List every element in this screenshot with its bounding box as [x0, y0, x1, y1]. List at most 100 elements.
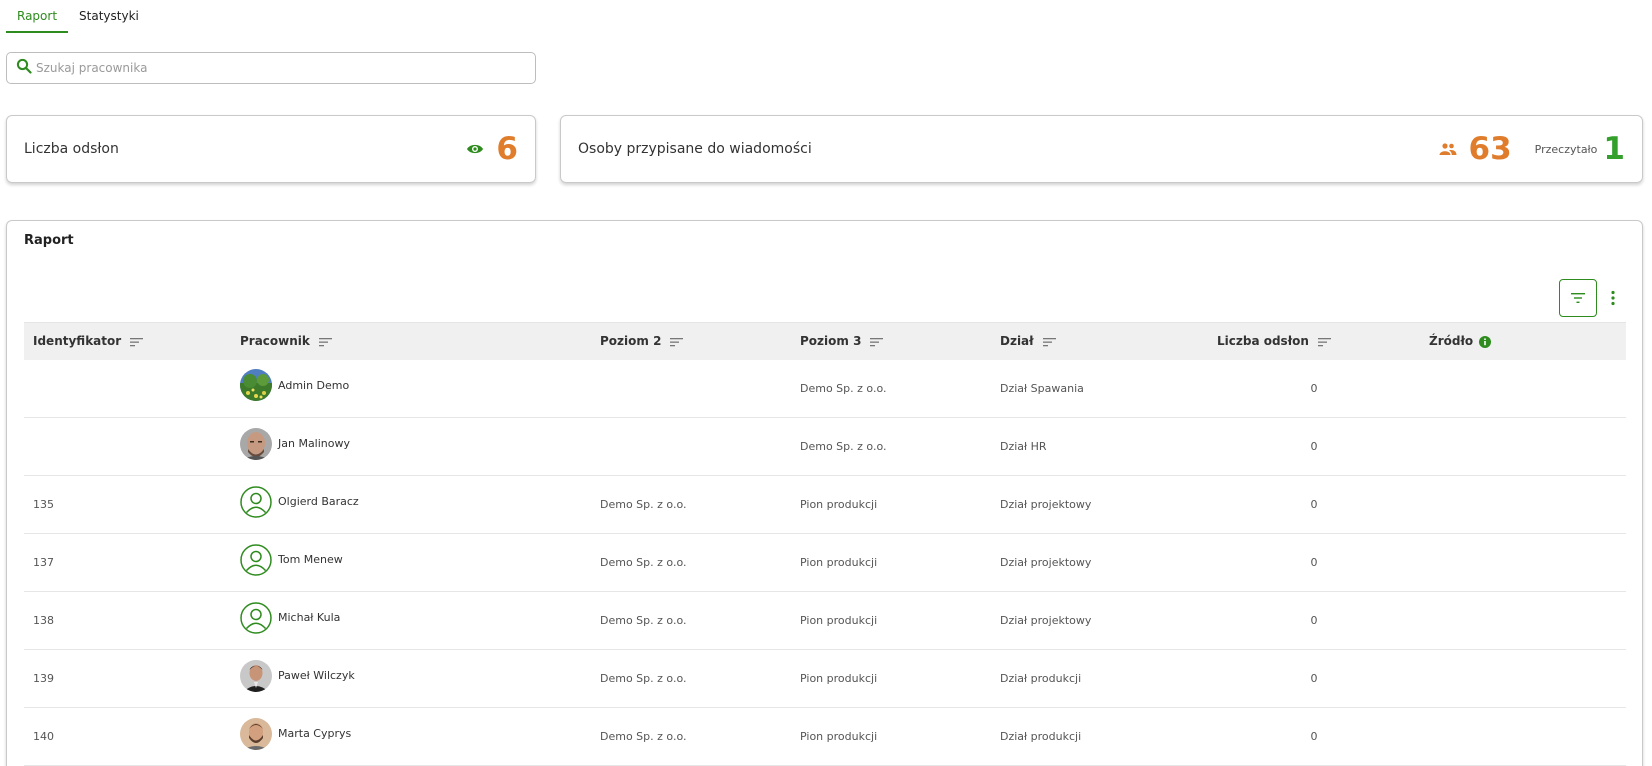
info-icon[interactable]: [1479, 335, 1492, 348]
sort-icon[interactable]: [318, 337, 332, 347]
tab-raport[interactable]: Raport: [6, 0, 69, 33]
cell-employee: Tom Menew: [231, 533, 591, 592]
views-card: Liczba odsłon 6: [6, 115, 536, 183]
read-count: 1: [1603, 131, 1625, 167]
cell-level3: Pion produkcji: [791, 649, 991, 708]
cell-source: [1420, 591, 1626, 650]
cell-employee: Michał Kula: [231, 591, 591, 650]
cell-level2: Demo Sp. z o.o.: [591, 475, 791, 534]
cell-source: [1420, 417, 1626, 476]
filter-button[interactable]: [1559, 279, 1597, 317]
cell-id: [24, 417, 231, 476]
avatar: [240, 427, 272, 460]
read-label: Przeczytało: [1534, 142, 1598, 156]
sort-icon[interactable]: [870, 337, 884, 347]
employee-name[interactable]: Olgierd Baracz: [278, 495, 359, 508]
cell-level2: [591, 359, 791, 418]
cell-id: 138: [24, 591, 231, 650]
table-row[interactable]: 140 Marta Cyprys Demo Sp. z o.o. Pion pr…: [24, 707, 1626, 766]
sort-icon[interactable]: [1317, 337, 1331, 347]
column-header-pracownik[interactable]: Pracownik: [231, 322, 591, 360]
table-row[interactable]: Jan Malinowy Demo Sp. z o.o. Dział HR 0: [24, 417, 1626, 476]
more-vertical-icon: [1611, 290, 1615, 306]
cell-source: [1420, 475, 1626, 534]
employee-name[interactable]: Paweł Wilczyk: [278, 669, 355, 682]
sort-icon[interactable]: [670, 337, 684, 347]
cell-source: [1420, 533, 1626, 592]
cell-level2: Demo Sp. z o.o.: [591, 533, 791, 592]
cell-employee: Marta Cyprys: [231, 707, 591, 766]
cell-views: 0: [1208, 417, 1420, 476]
cell-level2: Demo Sp. z o.o.: [591, 649, 791, 708]
cell-source: [1420, 649, 1626, 708]
cell-level3: Pion produkcji: [791, 533, 991, 592]
search-box: [6, 52, 536, 84]
tab-statystyki[interactable]: Statystyki: [68, 0, 150, 33]
employee-name[interactable]: Marta Cyprys: [278, 727, 351, 740]
report-title: Raport: [24, 233, 74, 248]
column-header-identyfikator[interactable]: Identyfikator: [24, 322, 231, 360]
avatar: [240, 717, 272, 750]
more-options-button[interactable]: [1605, 284, 1621, 312]
sort-icon[interactable]: [1042, 337, 1056, 347]
employee-name[interactable]: Tom Menew: [278, 553, 343, 566]
column-header-poziom-2[interactable]: Poziom 2: [591, 322, 791, 360]
table-row[interactable]: 137 Tom Menew Demo Sp. z o.o. Pion produ…: [24, 533, 1626, 592]
default-user-icon: [240, 485, 272, 518]
cell-employee: Olgierd Baracz: [231, 475, 591, 534]
cell-views: 0: [1208, 591, 1420, 650]
cell-views: 0: [1208, 707, 1420, 766]
column-header-poziom-3[interactable]: Poziom 3: [791, 322, 991, 360]
cell-level3: Demo Sp. z o.o.: [791, 359, 991, 418]
tab-bar: Raport Statystyki: [6, 0, 150, 33]
people-icon: [1439, 140, 1457, 159]
cell-department: Dział projektowy: [991, 533, 1208, 592]
views-card-title: Liczba odsłon: [24, 141, 119, 157]
column-header-dzial[interactable]: Dział: [991, 322, 1208, 360]
cell-level2: Demo Sp. z o.o.: [591, 707, 791, 766]
avatar: [240, 659, 272, 692]
table-row[interactable]: 138 Michał Kula Demo Sp. z o.o. Pion pro…: [24, 591, 1626, 650]
search-input[interactable]: [36, 61, 516, 75]
table-header-row: Identyfikator Pracownik Poziom 2 Poziom …: [24, 322, 1626, 360]
report-panel: Raport Identyfikator Pracownik Poziom 2 …: [6, 220, 1643, 766]
avatar: [240, 369, 272, 402]
cell-department: Dział projektowy: [991, 475, 1208, 534]
cell-level3: Pion produkcji: [791, 707, 991, 766]
table-row[interactable]: 139 Paweł Wilczyk Demo Sp. z o.o. Pion p…: [24, 649, 1626, 708]
default-user-icon: [240, 543, 272, 576]
cell-id: [24, 359, 231, 418]
report-table: Identyfikator Pracownik Poziom 2 Poziom …: [24, 322, 1626, 766]
employee-name[interactable]: Michał Kula: [278, 611, 340, 624]
cell-level3: Demo Sp. z o.o.: [791, 417, 991, 476]
cell-level3: Pion produkcji: [791, 475, 991, 534]
employee-name[interactable]: Admin Demo: [278, 379, 349, 392]
cell-id: 137: [24, 533, 231, 592]
eye-icon: [466, 140, 484, 159]
cell-level3: Pion produkcji: [791, 591, 991, 650]
cell-department: Dział HR: [991, 417, 1208, 476]
cell-source: [1420, 707, 1626, 766]
assigned-card-title: Osoby przypisane do wiadomości: [578, 141, 812, 157]
cell-department: Dział projektowy: [991, 591, 1208, 650]
views-count: 6: [496, 131, 518, 167]
cell-department: Dział produkcji: [991, 707, 1208, 766]
cell-level2: Demo Sp. z o.o.: [591, 591, 791, 650]
table-row[interactable]: Admin Demo Demo Sp. z o.o. Dział Spawani…: [24, 359, 1626, 418]
cell-views: 0: [1208, 475, 1420, 534]
column-header-zrodlo[interactable]: Źródło: [1420, 322, 1626, 360]
cell-source: [1420, 359, 1626, 418]
sort-icon[interactable]: [130, 337, 144, 347]
cell-id: 140: [24, 707, 231, 766]
employee-name[interactable]: Jan Malinowy: [278, 437, 350, 450]
cell-id: 139: [24, 649, 231, 708]
column-header-liczba-odslon[interactable]: Liczba odsłon: [1208, 322, 1420, 360]
table-row[interactable]: 135 Olgierd Baracz Demo Sp. z o.o. Pion …: [24, 475, 1626, 534]
cell-department: Dział Spawania: [991, 359, 1208, 418]
assigned-count: 63: [1468, 131, 1512, 167]
cell-department: Dział produkcji: [991, 649, 1208, 708]
cell-employee: Jan Malinowy: [231, 417, 591, 476]
cell-employee: Paweł Wilczyk: [231, 649, 591, 708]
default-user-icon: [240, 601, 272, 634]
filter-icon: [1571, 293, 1585, 303]
